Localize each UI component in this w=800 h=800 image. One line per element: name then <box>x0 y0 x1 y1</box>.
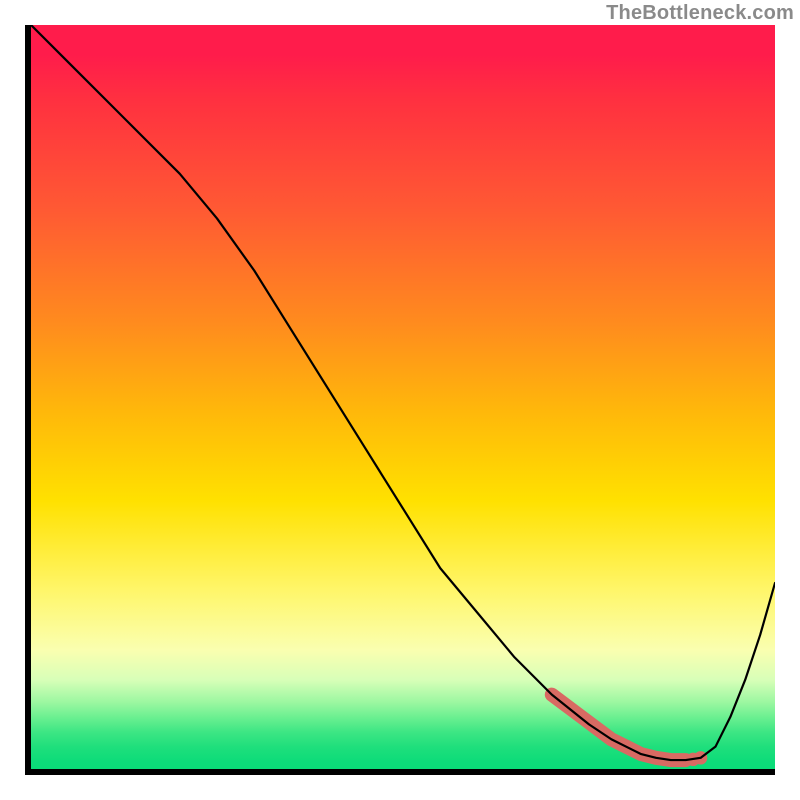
chart-container: TheBottleneck.com <box>0 0 800 800</box>
chart-plot-area <box>31 25 775 769</box>
highlighted-segment <box>552 695 686 760</box>
attribution-text: TheBottleneck.com <box>606 2 794 25</box>
bottleneck-curve <box>31 25 775 760</box>
x-axis <box>25 769 775 775</box>
y-axis <box>25 25 31 775</box>
